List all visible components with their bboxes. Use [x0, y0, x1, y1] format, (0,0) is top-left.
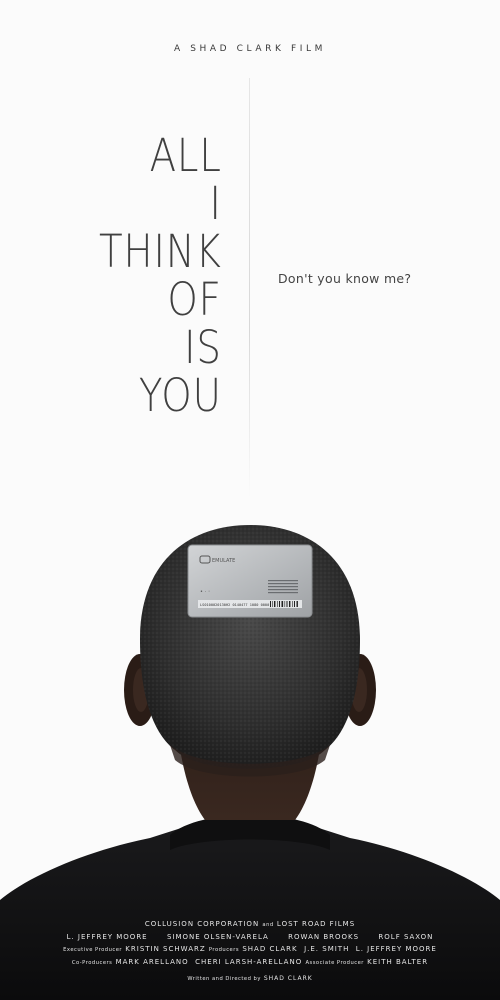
companies-line: COLLUSION CORPORATION and LOST ROAD FILM… — [0, 918, 500, 931]
coproducer-name: CHERI LARSH-ARELLANO — [195, 958, 303, 966]
written-label: Written and Directed by — [187, 976, 261, 982]
company-name: LOST ROAD FILMS — [276, 920, 356, 928]
card-serial: LS0100020130H2 0140477 1080 0000 — [200, 603, 269, 607]
producer-name: SHAD CLARK — [242, 945, 298, 953]
card-brand: EMULATE — [212, 558, 235, 564]
associate-label: Associate Producer — [305, 960, 364, 966]
producers-label: Producers — [208, 947, 240, 953]
head-illustration: EMULATE • · ◦ LS0100020130H2 0140477 108… — [0, 525, 500, 1000]
coproducer-name: MARK ARELLANO — [115, 958, 189, 966]
cast-member: ROLF SAXON — [378, 933, 434, 941]
exec-name: KRISTIN SCHWARZ — [125, 945, 206, 953]
coproducers-label: Co-Producers — [71, 960, 113, 966]
movie-poster: A SHAD CLARK FILM ALL I THINK OF IS YOU … — [0, 0, 500, 1000]
billing-block: COLLUSION CORPORATION and LOST ROAD FILM… — [0, 918, 500, 982]
cast-line: L. JEFFREY MOORE SIMONE OLSEN-VARELA ROW… — [0, 931, 500, 943]
coproducers-line: Co-Producers MARK ARELLANO CHERI LARSH-A… — [0, 956, 500, 969]
svg-text:• · ◦: • · ◦ — [200, 589, 211, 595]
exec-label: Executive Producer — [63, 947, 123, 953]
producer-name: J.E. SMITH — [304, 945, 350, 953]
director-name: SHAD CLARK — [263, 975, 313, 982]
cast-member: L. JEFFREY MOORE — [66, 933, 148, 941]
and-word: and — [262, 922, 274, 928]
company-name: COLLUSION CORPORATION — [144, 920, 260, 928]
producers-line: Executive Producer KRISTIN SCHWARZ Produ… — [0, 943, 500, 956]
implant-card: EMULATE • · ◦ LS0100020130H2 0140477 108… — [187, 544, 313, 618]
written-directed-line: Written and Directed by SHAD CLARK — [0, 975, 500, 982]
cast-member: SIMONE OLSEN-VARELA — [166, 933, 269, 941]
associate-name: KEITH BALTER — [367, 958, 429, 966]
cast-member: ROWAN BROOKS — [288, 933, 360, 941]
producer-name: L. JEFFREY MOORE — [355, 945, 437, 953]
